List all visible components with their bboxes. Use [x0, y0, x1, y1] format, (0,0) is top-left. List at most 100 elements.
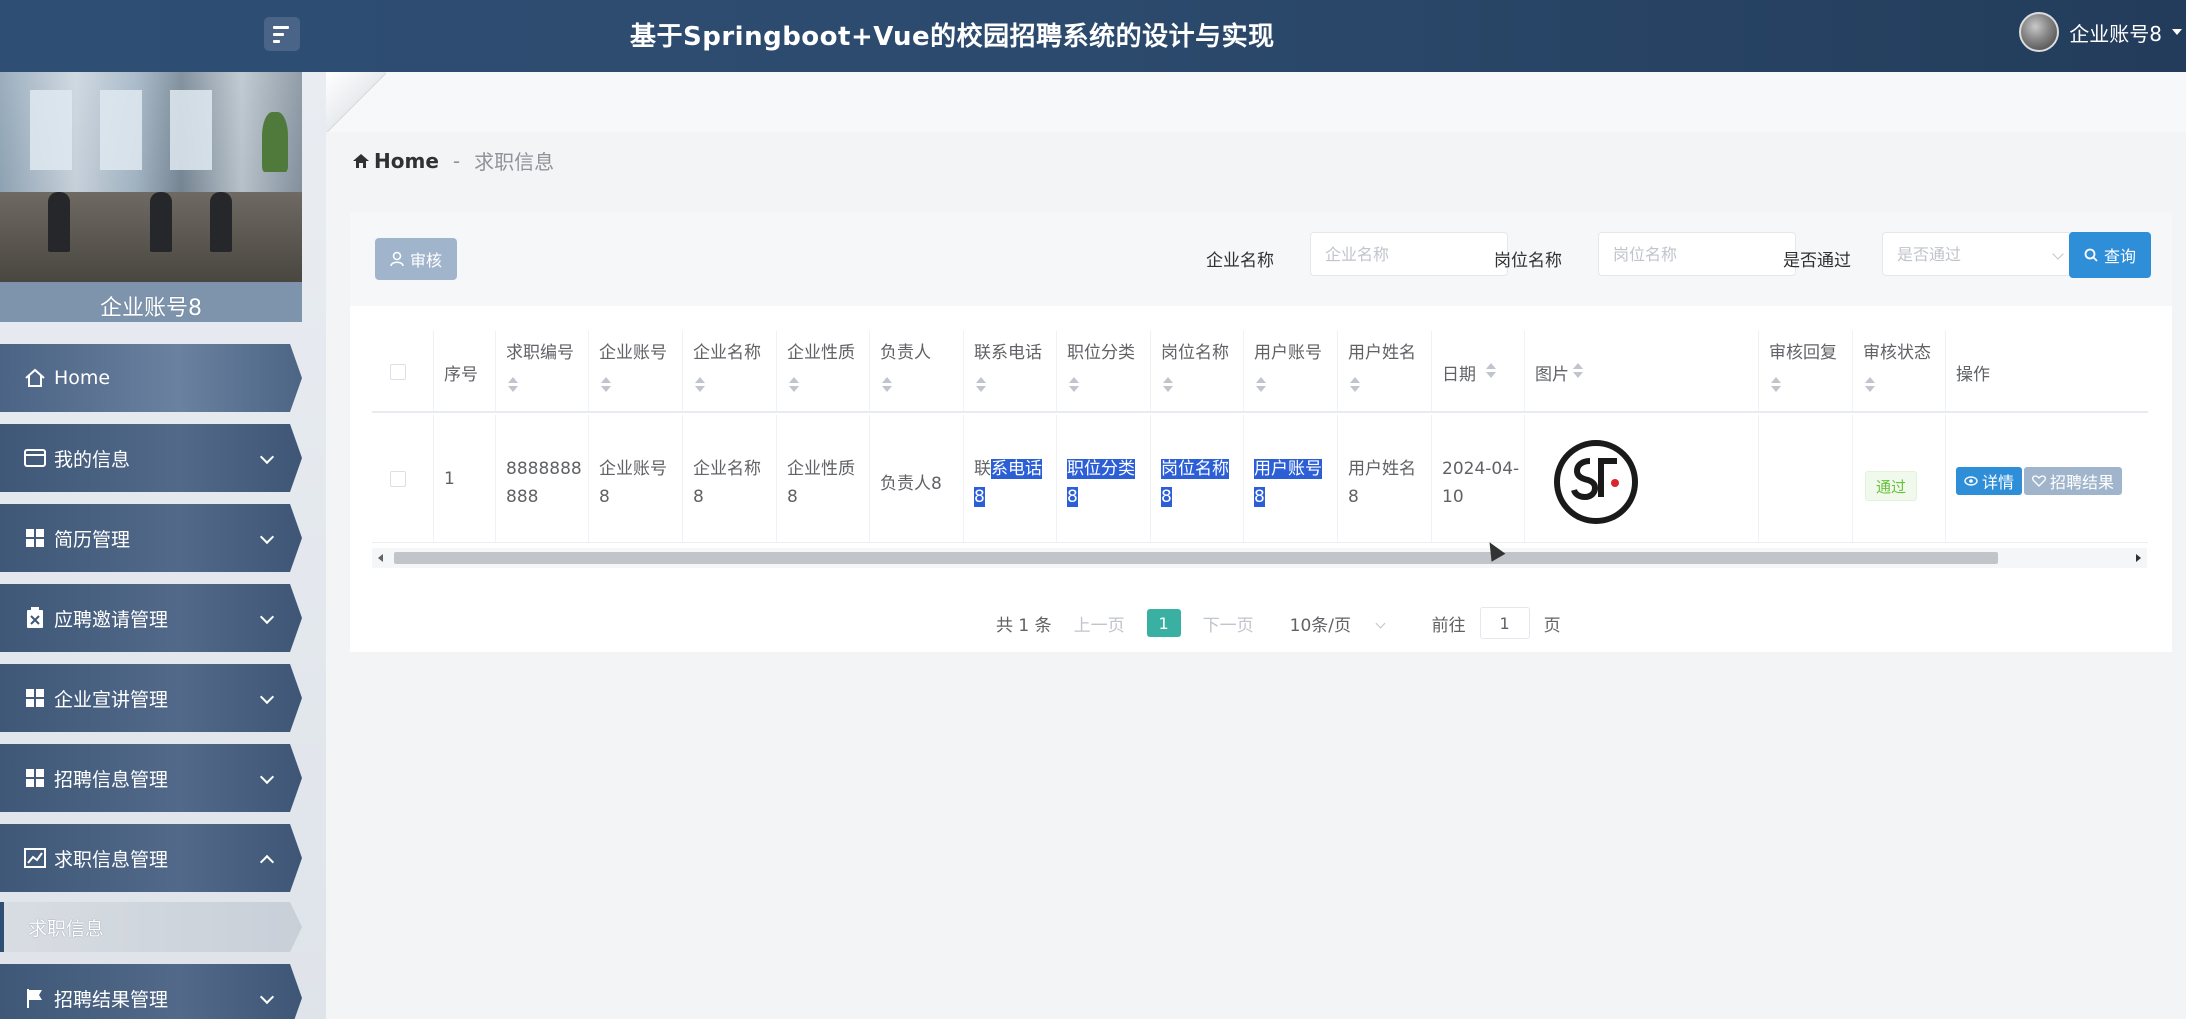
sf-express-logo-icon[interactable] [1553, 439, 1639, 525]
audit-button[interactable]: 审核 [375, 238, 457, 280]
header-index: 序号 [434, 331, 496, 411]
company-name-label: 企业名称 [1206, 251, 1274, 271]
grid-icon [22, 767, 48, 789]
next-page-button[interactable]: 下一页 [1203, 611, 1254, 636]
sort-icon[interactable] [1069, 377, 1079, 393]
header-label: 审核回复 [1769, 343, 1837, 363]
avatar[interactable] [2019, 12, 2060, 52]
site-title: 基于Springboot+Vue的校园招聘系统的设计与实现 [630, 22, 1275, 52]
scrollbar-thumb[interactable] [394, 552, 1998, 564]
breadcrumb-current: 求职信息 [474, 150, 555, 174]
scroll-right-icon[interactable] [2136, 554, 2141, 562]
flag-icon [22, 987, 48, 1009]
selected-text: 8 [974, 487, 985, 507]
grid-icon [22, 527, 48, 549]
user-name[interactable]: 企业账号8 [2069, 18, 2162, 47]
photo-window [170, 90, 212, 170]
cell-user-name: 用户姓名8 [1338, 415, 1432, 542]
cell-manager: 负责人8 [870, 415, 964, 542]
page-number-current[interactable]: 1 [1146, 609, 1181, 637]
header-date[interactable]: 日期 [1432, 331, 1525, 411]
sidebar-item-recruitment[interactable]: 招聘信息管理 [0, 744, 302, 812]
grid-icon [22, 687, 48, 709]
profile-photo [0, 72, 302, 282]
query-button[interactable]: 查询 [2069, 232, 2151, 278]
goto-label: 前往 [1431, 615, 1466, 636]
header-category[interactable]: 职位分类 [1057, 331, 1151, 411]
sort-icon[interactable] [1486, 363, 1496, 379]
header-phone[interactable]: 联系电话 [964, 331, 1057, 411]
selected-text: 用户账号 [1254, 459, 1322, 479]
sidebar-subitem-job-info[interactable]: 求职信息 [0, 902, 302, 952]
select-all-checkbox[interactable] [390, 364, 406, 380]
sidebar-item-job-seeking[interactable]: 求职信息管理 [0, 824, 302, 892]
sidebar-item-invitation[interactable]: 应聘邀请管理 [0, 584, 302, 652]
table-horizontal-scrollbar[interactable] [372, 548, 2147, 568]
sort-icon[interactable] [976, 377, 986, 393]
header-reply[interactable]: 审核回复 [1759, 331, 1853, 411]
header-company-account[interactable]: 企业账号 [589, 331, 683, 411]
cell-status: 通过 [1853, 415, 1946, 542]
header-position[interactable]: 岗位名称 [1151, 331, 1244, 411]
photo-person [210, 192, 232, 252]
sort-icon[interactable] [1163, 377, 1173, 393]
sort-icon[interactable] [508, 377, 518, 393]
id-card-icon [22, 447, 48, 469]
header-label: 联系电话 [974, 343, 1042, 363]
detail-button-label: 详情 [1982, 473, 2015, 492]
company-name-input[interactable] [1310, 232, 1508, 276]
audit-button-label: 审核 [409, 251, 442, 270]
caret-down-icon[interactable] [2172, 29, 2182, 35]
sort-icon[interactable] [882, 377, 892, 393]
sort-icon[interactable] [1771, 377, 1781, 393]
chevron-down-icon [259, 689, 275, 705]
chevron-down-icon [259, 449, 275, 465]
sort-icon[interactable] [1350, 377, 1360, 393]
header-company-name[interactable]: 企业名称 [683, 331, 777, 411]
header-job-no[interactable]: 求职编号 [496, 331, 589, 411]
scroll-left-icon[interactable] [378, 554, 383, 562]
header-label: 用户姓名 [1348, 343, 1416, 363]
result-button[interactable]: 招聘结果 [2024, 467, 2123, 495]
sort-icon[interactable] [695, 377, 705, 393]
sidebar-item-presentation[interactable]: 企业宣讲管理 [0, 664, 302, 732]
cell-text: 2024-04-10 [1442, 459, 1520, 507]
goto-suffix: 页 [1543, 615, 1561, 636]
header-manager[interactable]: 负责人 [870, 331, 964, 411]
row-checkbox[interactable] [390, 471, 406, 487]
header-company-type[interactable]: 企业性质 [777, 331, 870, 411]
sort-icon[interactable] [601, 377, 611, 393]
chevron-up-icon [259, 854, 275, 870]
position-name-input[interactable] [1598, 232, 1796, 276]
breadcrumb-home[interactable]: Home [374, 149, 439, 173]
sort-icon[interactable] [1573, 363, 1583, 379]
query-button-label: 查询 [2103, 247, 2136, 266]
main-content: Home - 求职信息 审核 企业名称 岗位名称 是否通过 查询 [326, 72, 2186, 1019]
header-status[interactable]: 审核状态 [1853, 331, 1946, 411]
sidebar-item-my-info[interactable]: 我的信息 [0, 424, 302, 492]
header-label: 用户账号 [1254, 343, 1322, 363]
user-menu[interactable]: 企业账号8 [2019, 12, 2186, 52]
sort-icon[interactable] [1256, 377, 1266, 393]
table-row: 1 8888888888 企业账号8 企业名称8 企业性质8 负责人8 联系电话… [372, 415, 2148, 543]
header-label: 企业名称 [693, 343, 761, 363]
sidebar-item-home[interactable]: Home [0, 344, 302, 412]
cell-text: 用户姓名8 [1348, 459, 1416, 507]
cell-user-account: 用户账号 8 [1244, 415, 1338, 542]
header-user-name[interactable]: 用户姓名 [1338, 331, 1432, 411]
sort-icon[interactable] [789, 377, 799, 393]
goto-page-input[interactable] [1479, 607, 1530, 639]
sort-icon[interactable] [1865, 377, 1875, 393]
page-size-select[interactable]: 10条/页 [1290, 611, 1390, 636]
menu-toggle-button[interactable] [264, 17, 300, 51]
detail-button[interactable]: 详情 [1956, 467, 2023, 495]
passed-select[interactable] [1882, 232, 2080, 276]
sidebar-item-resume[interactable]: 简历管理 [0, 504, 302, 572]
cell-text: 负责人8 [880, 474, 942, 494]
sidebar-item-result[interactable]: 招聘结果管理 [0, 964, 302, 1019]
prev-page-button[interactable]: 上一页 [1074, 611, 1125, 636]
table-header: 序号 求职编号 企业账号 企业名称 企业性质 负责人 联系电话 职位分类 岗位名… [372, 331, 2148, 413]
header-image[interactable]: 图片 [1525, 331, 1759, 411]
position-name-label: 岗位名称 [1494, 251, 1562, 271]
header-user-account[interactable]: 用户账号 [1244, 331, 1338, 411]
